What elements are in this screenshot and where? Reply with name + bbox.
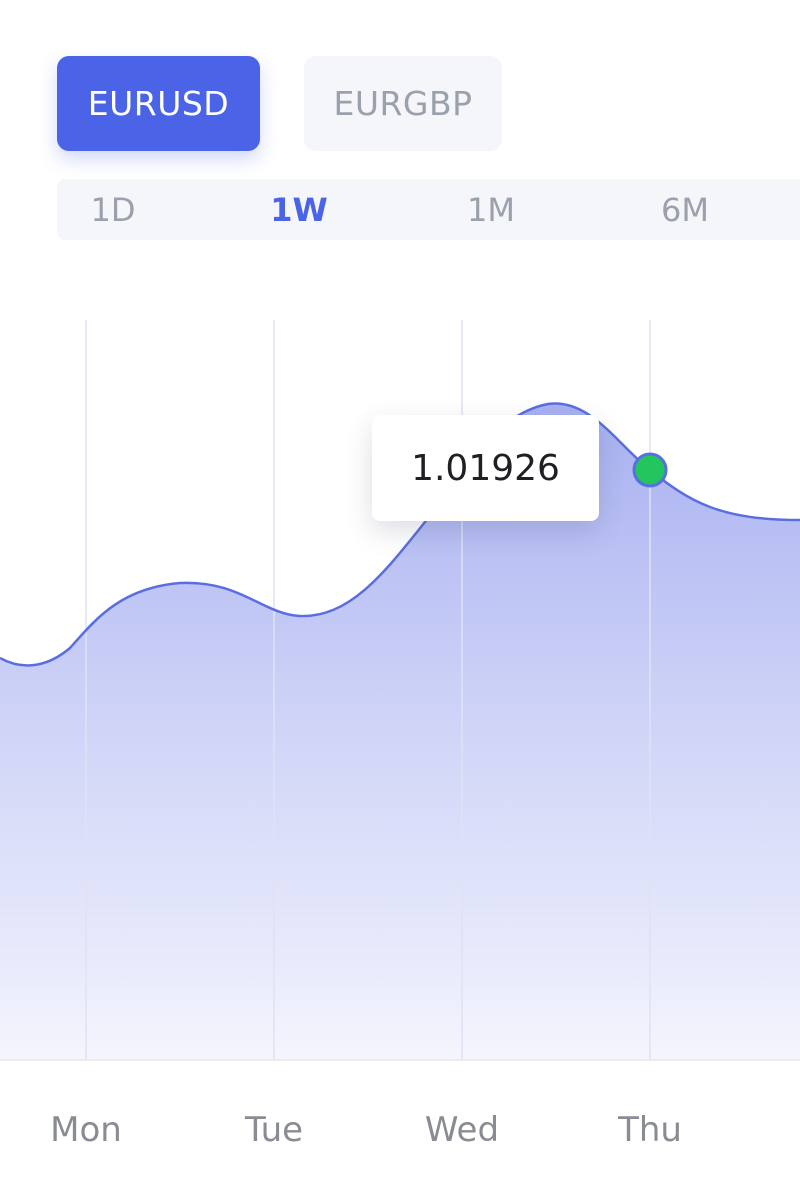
value-tooltip: 1.01926 — [372, 415, 599, 521]
price-chart[interactable] — [0, 0, 800, 1200]
x-tick-label-tue: Tue — [244, 1110, 304, 1150]
x-tick-label-mon: Mon — [50, 1110, 122, 1150]
highlight-point[interactable] — [632, 452, 668, 488]
x-tick-label-wed: Wed — [424, 1110, 500, 1150]
chart-screen: EURUSD EURGBP 1D 1W 1M 6M 1.01926 Mon Tu… — [0, 0, 800, 1200]
tooltip-value: 1.01926 — [411, 447, 560, 489]
x-tick-label-thu: Thu — [618, 1110, 682, 1150]
